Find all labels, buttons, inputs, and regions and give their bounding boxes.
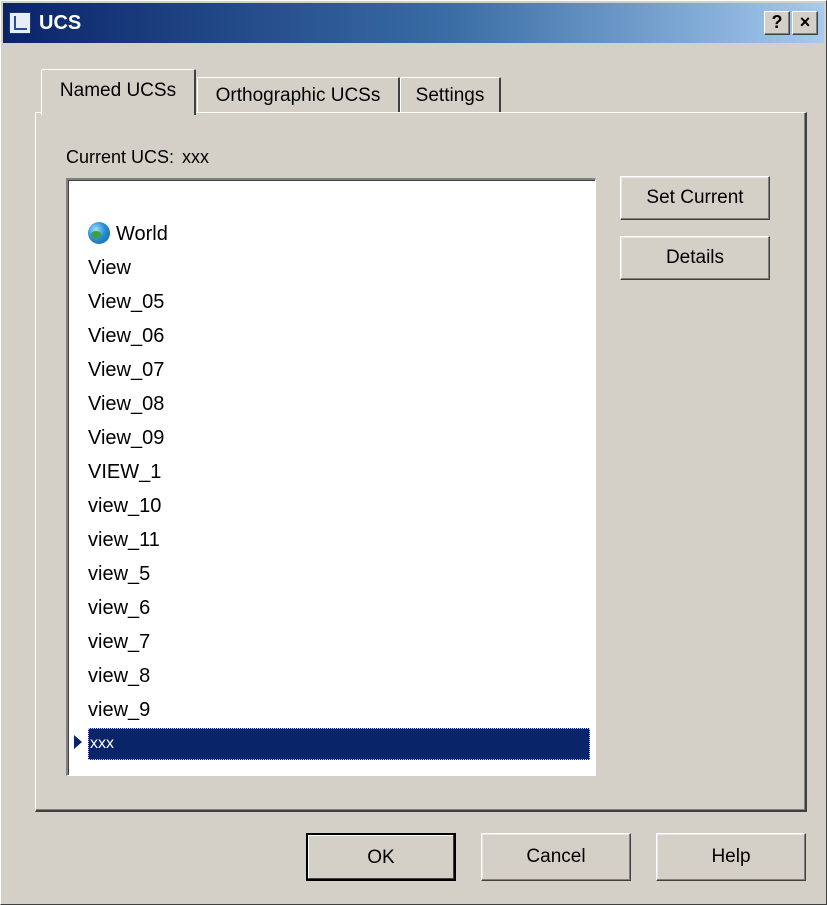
window-title: UCS bbox=[39, 12, 82, 34]
list-item[interactable]: view_7 bbox=[88, 626, 150, 658]
list-item[interactable]: View_07 bbox=[88, 354, 164, 386]
list-item-selected[interactable]: xxx bbox=[88, 728, 590, 760]
list-item[interactable]: view_11 bbox=[88, 524, 160, 556]
current-ucs-label: Current UCS: bbox=[66, 147, 175, 167]
list-item[interactable]: View_09 bbox=[88, 422, 164, 454]
tab-settings[interactable]: Settings bbox=[400, 77, 501, 113]
list-item[interactable]: view_9 bbox=[88, 694, 150, 726]
ucs-list[interactable]: World View View_05 View_06 View_07 View_… bbox=[66, 178, 596, 776]
set-current-button[interactable]: Set Current bbox=[620, 176, 770, 220]
title-bar[interactable]: UCS ? × bbox=[3, 3, 824, 43]
list-item[interactable]: view_8 bbox=[88, 660, 150, 692]
list-item[interactable]: view_10 bbox=[88, 490, 161, 522]
tab-named-ucss[interactable]: Named UCSs bbox=[41, 69, 196, 115]
details-button[interactable]: Details bbox=[620, 236, 770, 280]
globe-icon bbox=[88, 222, 110, 244]
list-item[interactable]: View bbox=[88, 252, 131, 284]
list-item[interactable]: View_05 bbox=[88, 286, 164, 318]
list-item-world[interactable]: World bbox=[88, 218, 168, 250]
current-ucs-value: xxx bbox=[182, 147, 210, 167]
close-button[interactable]: × bbox=[792, 11, 818, 35]
ucs-app-icon bbox=[9, 12, 31, 34]
list-item[interactable]: view_6 bbox=[88, 592, 150, 624]
list-item-label: World bbox=[116, 223, 168, 245]
list-item[interactable]: View_08 bbox=[88, 388, 164, 420]
current-ucs-row: Current UCS: xxx bbox=[66, 147, 209, 168]
list-item[interactable]: View_06 bbox=[88, 320, 164, 352]
help-title-button[interactable]: ? bbox=[764, 11, 790, 35]
ucs-dialog: UCS ? × Named UCSs Orthographic UCSs Set… bbox=[0, 0, 827, 905]
current-ucs-marker-icon bbox=[74, 735, 82, 749]
list-item[interactable]: view_5 bbox=[88, 558, 150, 590]
list-item[interactable]: VIEW_1 bbox=[88, 456, 161, 488]
tab-orthographic-ucss[interactable]: Orthographic UCSs bbox=[197, 77, 400, 113]
cancel-button[interactable]: Cancel bbox=[481, 833, 631, 881]
ok-button[interactable]: OK bbox=[306, 833, 456, 881]
named-ucs-panel: Current UCS: xxx World View View_05 View_… bbox=[35, 112, 807, 812]
help-button[interactable]: Help bbox=[656, 833, 806, 881]
